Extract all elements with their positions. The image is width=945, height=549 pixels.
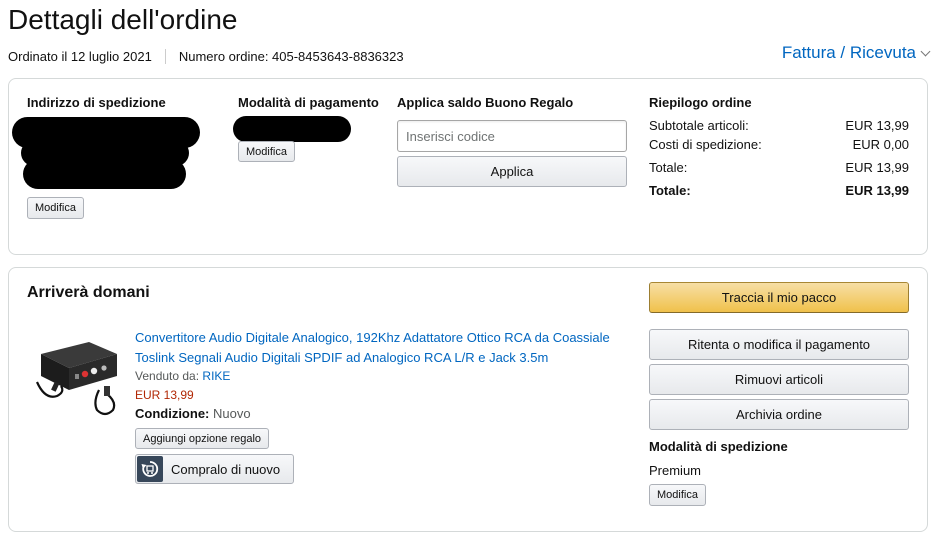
summary-label: Totale: <box>649 160 688 175</box>
order-summary-box: Indirizzo di spedizione Modifica Modalit… <box>8 78 928 255</box>
delivery-status: Arriverà domani <box>27 284 150 301</box>
retry-payment-button[interactable]: Ritenta o modifica il pagamento <box>649 329 909 360</box>
shipping-address-heading: Indirizzo di spedizione <box>27 95 166 110</box>
archive-order-button[interactable]: Archivia ordine <box>649 399 909 430</box>
apply-button[interactable]: Applica <box>397 156 627 187</box>
shipment-box: Arriverà domani Convertitore Audio Digit… <box>8 267 928 532</box>
gift-card-heading: Applica saldo Buono Regalo <box>397 95 574 110</box>
edit-address-button[interactable]: Modifica <box>27 197 84 219</box>
track-package-button[interactable]: Traccia il mio pacco <box>649 282 909 313</box>
redacted-address <box>23 159 186 189</box>
invoice-dropdown[interactable]: Fattura / Ricevuta <box>782 43 931 63</box>
seller-link[interactable]: RIKE <box>202 369 230 383</box>
redacted-payment <box>233 116 351 142</box>
summary-row: Costi di spedizione: EUR 0,00 <box>649 137 909 152</box>
product-image[interactable] <box>31 330 123 416</box>
chevron-down-icon <box>920 46 931 56</box>
sold-by: Venduto da: RIKE <box>135 369 230 383</box>
product-price: EUR 13,99 <box>135 388 194 402</box>
product-condition: Condizione: Nuovo <box>135 406 251 421</box>
edit-payment-button[interactable]: Modifica <box>238 141 295 162</box>
summary-value: EUR 0,00 <box>852 137 909 152</box>
buy-again-button[interactable]: Compralo di nuovo <box>135 454 294 484</box>
gift-code-input[interactable] <box>397 120 627 152</box>
summary-label: Costi di spedizione: <box>649 137 762 152</box>
summary-total-row: Totale: EUR 13,99 <box>649 183 909 198</box>
payment-method-heading: Modalità di pagamento <box>238 95 379 110</box>
add-gift-option-button[interactable]: Aggiungi opzione regalo <box>135 428 270 449</box>
summary-label: Subtotale articoli: <box>649 118 749 133</box>
edit-shipping-method-button[interactable]: Modifica <box>649 484 706 506</box>
summary-value: EUR 13,99 <box>845 160 909 175</box>
shipping-method-value: Premium <box>649 463 702 478</box>
buy-again-label: Compralo di nuovo <box>171 461 281 477</box>
order-number: Numero ordine: 405-8453643-8836323 <box>178 49 404 64</box>
order-meta: Ordinato il 12 luglio 2021 Numero ordine… <box>8 49 404 64</box>
buy-again-icon <box>137 456 163 482</box>
divider <box>164 49 166 64</box>
condition-label: Condizione: <box>135 406 210 421</box>
summary-label: Totale: <box>649 183 691 198</box>
condition-value: Nuovo <box>213 406 251 421</box>
product-title-link[interactable]: Convertitore Audio Digitale Analogico, 1… <box>135 328 635 368</box>
order-date: Ordinato il 12 luglio 2021 <box>8 49 152 64</box>
shipping-method-heading: Modalità di spedizione <box>649 439 788 454</box>
invoice-link[interactable]: Fattura / Ricevuta <box>782 43 916 63</box>
summary-value: EUR 13,99 <box>845 183 909 198</box>
order-summary-heading: Riepilogo ordine <box>649 95 752 110</box>
remove-items-button[interactable]: Rimuovi articoli <box>649 364 909 395</box>
summary-value: EUR 13,99 <box>845 118 909 133</box>
page-title: Dettagli dell'ordine <box>8 4 238 35</box>
summary-row: Subtotale articoli: EUR 13,99 <box>649 118 909 133</box>
summary-row: Totale: EUR 13,99 <box>649 160 909 175</box>
sold-by-label: Venduto da: <box>135 369 200 383</box>
